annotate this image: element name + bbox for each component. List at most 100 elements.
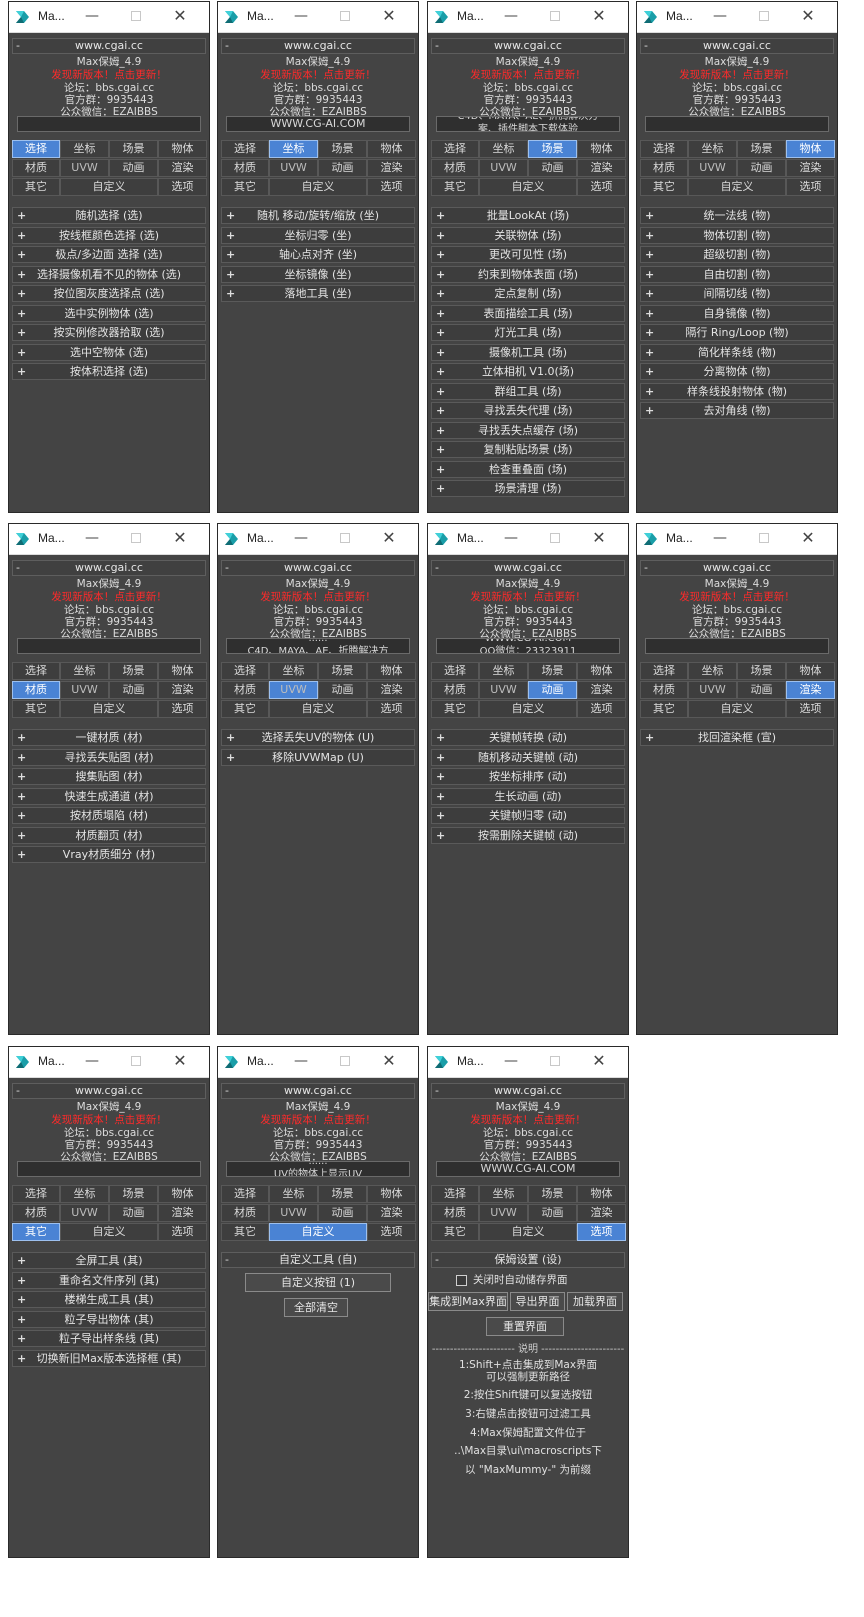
tool-rollout[interactable]: + 粒子导出样条线 (其) bbox=[12, 1330, 206, 1347]
tool-rollout[interactable]: + 立体相机 V1.0(场) bbox=[431, 363, 625, 380]
tool-label: 材质翻页 (材) bbox=[75, 828, 143, 842]
tool-rollout[interactable]: + 随机 移动/旋转/缩放 (坐) bbox=[221, 207, 415, 224]
tool-rollout[interactable]: + 超级切割 (物) bbox=[640, 246, 834, 263]
panel-options: - 保姆设置 (设) 关闭时自动储存界面 集成到Max界面 导出界面 加载界面 重置界面 --… bbox=[428, 1047, 628, 1557]
expand-plus-icon: + bbox=[17, 326, 27, 339]
tool-rollout[interactable]: + 样条线投射物体 (物) bbox=[640, 382, 834, 400]
expand-plus-icon: + bbox=[226, 267, 236, 281]
reset-ui-button[interactable]: 重置界面 bbox=[486, 1317, 564, 1336]
tool-rollout[interactable]: + 找回渲染框 (宣) bbox=[640, 729, 834, 746]
tool-rollout[interactable]: + 定点复制 (场) bbox=[431, 285, 625, 302]
tool-rollout[interactable]: + 轴心点对齐 (坐) bbox=[221, 246, 415, 263]
tool-rollout[interactable]: + Vray材质细分 (材) bbox=[12, 846, 206, 863]
custom-button-1[interactable]: 自定义按钮 (1) bbox=[245, 1273, 391, 1292]
tool-rollout[interactable]: + 粒子导出物体 (其) bbox=[12, 1310, 206, 1328]
note-line: 4:Max保姆配置文件位于 bbox=[470, 1427, 586, 1439]
tool-rollout[interactable]: + 按坐标排序 (动) bbox=[431, 768, 625, 785]
tool-rollout[interactable]: + 寻找丢失点缓存 (场) bbox=[431, 421, 625, 439]
tool-rollout[interactable]: + 群组工具 (场) bbox=[431, 382, 625, 400]
settings-rollout[interactable]: - 保姆设置 (设) bbox=[431, 1252, 625, 1268]
tool-rollout[interactable]: + 重命名文件序列 (其) bbox=[12, 1271, 206, 1289]
tool-rollout[interactable]: + 随机选择 (选) bbox=[12, 207, 206, 224]
tool-rollout[interactable]: + 寻找丢失贴图 (材) bbox=[12, 748, 206, 766]
tool-rollout[interactable]: + 关键帧归零 (动) bbox=[431, 807, 625, 824]
tool-rollout[interactable]: + 表面描绘工具 (场) bbox=[431, 304, 625, 322]
tool-rollout[interactable]: + 一键材质 (材) bbox=[12, 729, 206, 746]
tool-rollout[interactable]: + 选中空物体 (选) bbox=[12, 343, 206, 361]
tool-rollout[interactable]: + 简化样条线 (物) bbox=[640, 343, 834, 361]
autosave-checkbox[interactable] bbox=[456, 1275, 467, 1286]
tool-rollout[interactable]: + 切换新旧Max版本选择框 (其) bbox=[12, 1349, 206, 1367]
tool-rollout[interactable]: + 隔行 Ring/Loop (物) bbox=[640, 324, 834, 341]
expand-plus-icon: + bbox=[17, 267, 27, 281]
expand-plus-icon: + bbox=[436, 228, 446, 242]
tool-rollout[interactable]: + 落地工具 (坐) bbox=[221, 285, 415, 302]
expand-plus-icon: + bbox=[17, 209, 27, 222]
collapse-minus-icon: - bbox=[225, 1253, 229, 1266]
expand-plus-icon: + bbox=[436, 482, 446, 495]
tool-rollout[interactable]: + 更改可见性 (场) bbox=[431, 246, 625, 263]
expand-plus-icon: + bbox=[436, 423, 446, 437]
tool-label: 选中空物体 (选) bbox=[69, 345, 149, 359]
expand-plus-icon: + bbox=[645, 384, 655, 398]
tool-rollout[interactable]: + 快速生成通道 (材) bbox=[12, 787, 206, 805]
expand-plus-icon: + bbox=[436, 365, 446, 378]
load-ui-button[interactable]: 加载界面 bbox=[567, 1292, 623, 1311]
tool-rollout[interactable]: + 去对角线 (物) bbox=[640, 402, 834, 419]
tool-rollout[interactable]: + 搜集贴图 (材) bbox=[12, 768, 206, 785]
tool-rollout[interactable]: + 按位图灰度选择点 (选) bbox=[12, 285, 206, 302]
tool-rollout[interactable]: + 灯光工具 (场) bbox=[431, 324, 625, 341]
expand-plus-icon: + bbox=[17, 848, 27, 861]
tool-label: 定点复制 (场) bbox=[494, 287, 562, 300]
tool-rollout[interactable]: + 按体积选择 (选) bbox=[12, 363, 206, 380]
expand-plus-icon: + bbox=[645, 287, 655, 300]
tool-rollout[interactable]: + 生长动画 (动) bbox=[431, 787, 625, 805]
tool-rollout[interactable]: + 关键帧转换 (动) bbox=[431, 729, 625, 746]
tool-rollout[interactable]: + 自身镜像 (物) bbox=[640, 304, 834, 322]
custom-tools-rollout[interactable]: - 自定义工具 (自) bbox=[221, 1252, 415, 1268]
tool-rollout[interactable]: + 约束到物体表面 (场) bbox=[431, 265, 625, 283]
tool-rollout[interactable]: + 批量LookAt (场) bbox=[431, 207, 625, 224]
expand-plus-icon: + bbox=[17, 345, 27, 359]
tool-rollout[interactable]: + 按材质塌陷 (材) bbox=[12, 807, 206, 824]
tool-rollout[interactable]: + 复制粘贴场景 (场) bbox=[431, 441, 625, 458]
tool-rollout[interactable]: + 统一法线 (物) bbox=[640, 207, 834, 224]
tool-rollout[interactable]: + 全屏工具 (其) bbox=[12, 1252, 206, 1269]
tool-rollout[interactable]: + 移除UVWMap (U) bbox=[221, 748, 415, 766]
tool-rollout[interactable]: + 按实例修改器拾取 (选) bbox=[12, 324, 206, 341]
tool-rollout[interactable]: + 摄像机工具 (场) bbox=[431, 343, 625, 361]
expand-plus-icon: + bbox=[645, 345, 655, 359]
tool-label: 立体相机 V1.0(场) bbox=[481, 365, 575, 378]
tool-rollout[interactable]: + 寻找丢失代理 (场) bbox=[431, 402, 625, 419]
tool-rollout[interactable]: + 按线框颜色选择 (选) bbox=[12, 226, 206, 244]
tool-label: 关联物体 (场) bbox=[494, 228, 562, 242]
tool-rollout[interactable]: + 坐标归零 (坐) bbox=[221, 226, 415, 244]
tool-rollout[interactable]: + 物体切割 (物) bbox=[640, 226, 834, 244]
tool-rollout[interactable]: + 坐标镜像 (坐) bbox=[221, 265, 415, 283]
clear-all-button[interactable]: 全部清空 bbox=[284, 1298, 348, 1317]
tool-label: 极点/多边面 选择 (选) bbox=[55, 248, 163, 261]
tool-rollout[interactable]: + 检查重叠面 (场) bbox=[431, 460, 625, 478]
tool-rollout[interactable]: + 自由切割 (物) bbox=[640, 265, 834, 283]
expand-plus-icon: + bbox=[436, 267, 446, 281]
tool-rollout[interactable]: + 分离物体 (物) bbox=[640, 363, 834, 380]
tool-rollout[interactable]: + 选择摄像机看不见的物体 (选) bbox=[12, 265, 206, 283]
tool-rollout[interactable]: + 楼梯生成工具 (其) bbox=[12, 1291, 206, 1308]
expand-plus-icon: + bbox=[436, 770, 446, 783]
tool-rollout[interactable]: + 选中实例物体 (选) bbox=[12, 304, 206, 322]
integrate-button[interactable]: 集成到Max界面 bbox=[428, 1292, 508, 1311]
tool-rollout[interactable]: + 材质翻页 (材) bbox=[12, 826, 206, 844]
tool-rollout[interactable]: + 按需删除关键帧 (动) bbox=[431, 826, 625, 844]
tool-label: 移除UVWMap (U) bbox=[272, 750, 364, 764]
tool-rollout[interactable]: + 关联物体 (场) bbox=[431, 226, 625, 244]
tool-rollout[interactable]: + 随机移动关键帧 (动) bbox=[431, 748, 625, 766]
tool-rollout[interactable]: + 选择丢失UV的物体 (U) bbox=[221, 729, 415, 746]
tool-rollout[interactable]: + 间隔切线 (物) bbox=[640, 285, 834, 302]
maxmummy-window-custom: Ma... — ✕ - www.cgai.cc Max保姆_4.9 发现新版本！… bbox=[217, 1046, 419, 1558]
expand-plus-icon: + bbox=[226, 287, 236, 300]
tool-rollout[interactable]: + 场景清理 (场) bbox=[431, 480, 625, 497]
expand-plus-icon: + bbox=[436, 828, 446, 842]
export-ui-button[interactable]: 导出界面 bbox=[510, 1292, 565, 1311]
tool-label: 按材质塌陷 (材) bbox=[69, 809, 149, 822]
tool-rollout[interactable]: + 极点/多边面 选择 (选) bbox=[12, 246, 206, 263]
